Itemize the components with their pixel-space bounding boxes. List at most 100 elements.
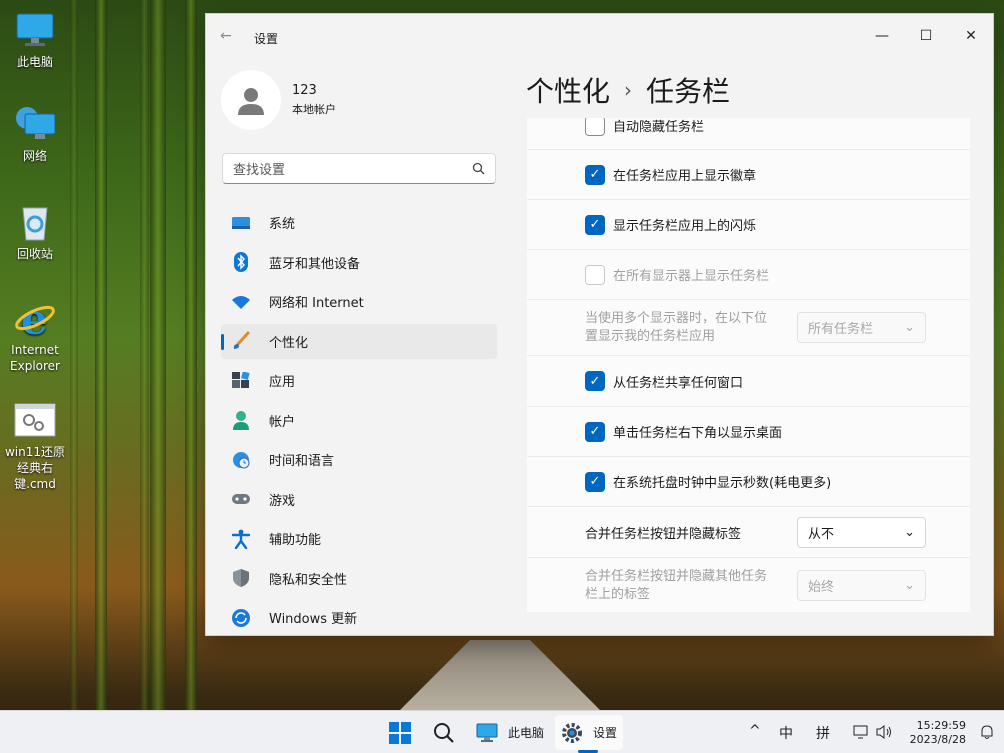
avatar [221, 70, 281, 130]
sidebar-item-label: Windows 更新 [269, 612, 358, 627]
ime-indicator[interactable]: 拼 [816, 723, 830, 743]
chevron-down-icon: ⌄ [904, 524, 915, 540]
checkbox-unchecked-icon[interactable] [585, 118, 605, 136]
taskbar: 此电脑 设置 ^ 中 拼 15:29:59 2023/8/28 [0, 710, 1004, 753]
sidebar-item-network[interactable]: 网络和 Internet [221, 284, 497, 319]
svg-text:e: e [21, 298, 48, 338]
minimize-button[interactable]: — [860, 22, 904, 50]
combine-other-label-line2: 栏上的标签 [585, 586, 651, 602]
title-bar: ← 设置 — ☐ ✕ [206, 14, 993, 58]
sidebar-item-bluetooth[interactable]: 蓝牙和其他设备 [221, 245, 497, 280]
app-title: 设置 [254, 32, 279, 46]
sidebar-item-gaming[interactable]: 游戏 [221, 482, 497, 517]
sidebar-item-accounts[interactable]: 帐户 [221, 403, 497, 438]
sidebar-item-label: 帐户 [269, 414, 296, 430]
recycle-bin-icon [13, 202, 57, 242]
chevron-down-icon: ⌄ [904, 578, 915, 593]
network-status-icon[interactable] [853, 724, 869, 744]
page-title: 个性化 › 任务栏 [526, 70, 730, 110]
sidebar-item-label: 蓝牙和其他设备 [269, 256, 361, 272]
ime-mode-indicator[interactable]: 中 [779, 723, 793, 743]
checkbox-checked-icon[interactable]: ✓ [585, 214, 605, 235]
sidebar-item-time-language[interactable]: 时间和语言 [221, 442, 497, 477]
setting-flashing[interactable]: ✓ 显示任务栏应用上的闪烁 [527, 199, 970, 249]
taskbar-this-pc[interactable]: 此电脑 [470, 715, 550, 750]
desktop-icon-label: 此电脑 [16, 55, 53, 69]
sidebar-item-apps[interactable]: 应用 [221, 363, 497, 398]
desktop-icon-network[interactable]: 网络 [0, 104, 70, 164]
sidebar-item-accessibility[interactable]: 辅助功能 [221, 521, 497, 556]
setting-share-window[interactable]: ✓ 从任务栏共享任何窗口 [527, 355, 970, 406]
monitor-icon [476, 723, 498, 742]
search-icon [472, 162, 485, 175]
settings-content: 自动隐藏任务栏 ✓ 在任务栏应用上显示徽章 ✓ 显示任务栏应用上的闪烁 在所有显… [527, 118, 970, 612]
cmd-file-icon [13, 400, 57, 440]
monitor-icon [13, 10, 57, 50]
multi-display-label-line2: 置显示我的任务栏应用 [585, 328, 716, 344]
setting-show-seconds[interactable]: ✓ 在系统托盘时钟中显示秒数(耗电更多) [527, 456, 970, 506]
desktop-icon-ie[interactable]: e Internet Explorer [0, 298, 70, 374]
start-button[interactable] [384, 715, 416, 750]
desktop-icon-cmd-file[interactable]: win11还原经典右键.cmd [0, 400, 70, 492]
sidebar-item-label: 个性化 [269, 335, 309, 351]
close-button[interactable]: ✕ [949, 22, 993, 50]
gamepad-icon [231, 489, 251, 509]
setting-combine-buttons[interactable]: 合并任务栏按钮并隐藏标签 从不 ⌄ [527, 506, 970, 557]
setting-all-displays: 在所有显示器上显示任务栏 [527, 249, 970, 299]
chevron-down-icon: ⌄ [904, 320, 915, 335]
ie-icon: e [13, 298, 57, 338]
sidebar-item-windows-update[interactable]: Windows 更新 [221, 600, 497, 635]
tray-overflow-chevron-icon[interactable]: ^ [749, 723, 761, 739]
update-icon [231, 608, 251, 628]
account-type: 本地帐户 [292, 103, 336, 116]
checkbox-checked-icon[interactable]: ✓ [585, 421, 605, 442]
settings-window: ← 设置 — ☐ ✕ 123 本地帐户 查找设置 系统 蓝牙和其他设备 网络和 … [205, 13, 994, 636]
combine-dropdown[interactable]: 从不 ⌄ [797, 516, 926, 548]
brush-icon [231, 331, 251, 351]
setting-auto-hide[interactable]: 自动隐藏任务栏 [527, 118, 970, 149]
system-clock[interactable]: 15:29:59 2023/8/28 [910, 719, 966, 747]
taskbar-settings[interactable]: 设置 [555, 715, 623, 750]
account-icon [231, 410, 251, 430]
sidebar-item-label: 辅助功能 [269, 533, 322, 548]
desktop-icon-label: Internet Explorer [10, 343, 60, 373]
search-placeholder: 查找设置 [233, 163, 286, 178]
sidebar-item-label: 隐私和安全性 [269, 572, 348, 588]
checkbox-checked-icon[interactable]: ✓ [585, 371, 605, 391]
taskbar-search-button[interactable] [428, 715, 460, 750]
checkbox-checked-icon[interactable]: ✓ [585, 471, 605, 492]
apps-icon [231, 371, 251, 391]
breadcrumb-parent[interactable]: 个性化 [526, 70, 610, 110]
desktop-icon-label: win11还原经典右键.cmd [4, 445, 66, 491]
combine-other-label-line1: 合并任务栏按钮并隐藏其他任务 [585, 568, 768, 584]
sidebar-item-label: 网络和 Internet [269, 296, 364, 311]
wifi-icon [231, 292, 251, 312]
sidebar-item-system[interactable]: 系统 [221, 205, 497, 240]
sidebar-item-privacy[interactable]: 隐私和安全性 [221, 561, 497, 596]
back-arrow-icon[interactable]: ← [220, 28, 232, 44]
breadcrumb-current: 任务栏 [646, 75, 731, 108]
setting-badges[interactable]: ✓ 在任务栏应用上显示徽章 [527, 149, 970, 199]
shield-icon [231, 568, 251, 588]
setting-multi-display: 当使用多个显示器时，在以下位 置显示我的任务栏应用 所有任务栏 ⌄ [527, 299, 970, 355]
taskbar-settings-label: 设置 [592, 726, 617, 740]
gear-icon [561, 722, 582, 743]
sidebar-item-label: 系统 [269, 217, 296, 232]
checkbox-checked-icon[interactable]: ✓ [585, 164, 605, 185]
user-profile[interactable]: 123 本地帐户 [221, 70, 336, 130]
desktop-icon-label: 回收站 [16, 247, 53, 261]
clock-time: 15:29:59 [916, 719, 966, 732]
windows-start-icon [389, 721, 411, 744]
sidebar-item-personalization[interactable]: 个性化 [221, 323, 497, 359]
network-icon [13, 104, 57, 144]
volume-icon[interactable] [876, 724, 894, 744]
time-language-icon [231, 450, 251, 470]
setting-corner-desktop[interactable]: ✓ 单击任务栏右下角以显示桌面 [527, 406, 970, 456]
desktop-icon-recycle-bin[interactable]: 回收站 [0, 202, 70, 262]
combine-other-dropdown: 始终 ⌄ [797, 570, 926, 601]
clock-date: 2023/8/28 [909, 733, 966, 746]
maximize-button[interactable]: ☐ [904, 22, 948, 50]
search-input[interactable]: 查找设置 [222, 153, 496, 184]
notification-bell-icon[interactable] [980, 724, 994, 744]
desktop-icon-this-pc[interactable]: 此电脑 [0, 10, 70, 70]
